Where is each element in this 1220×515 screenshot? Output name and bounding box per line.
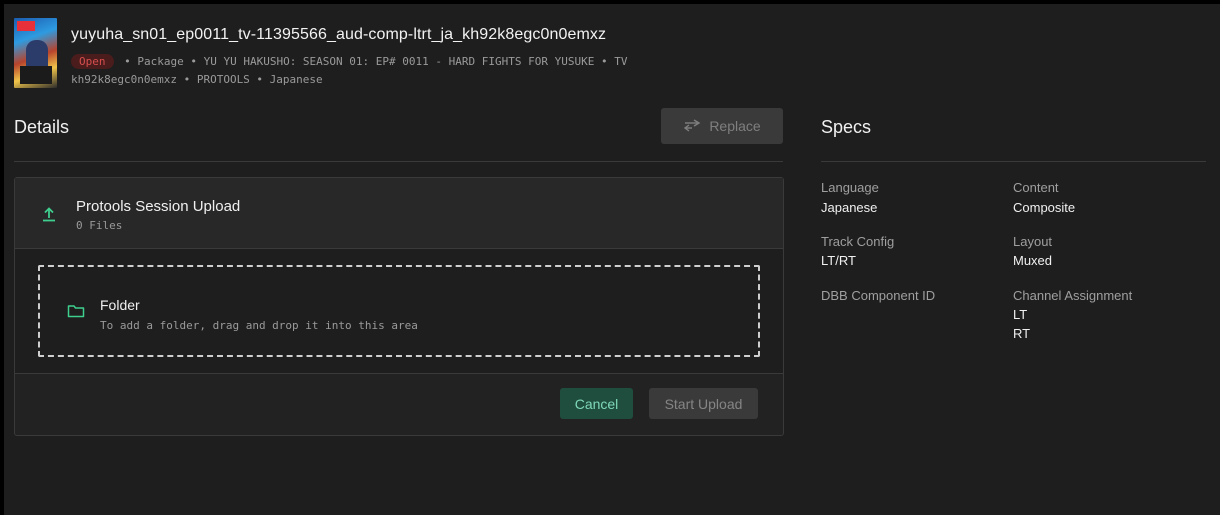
app-window: yuyuha_sn01_ep0011_tv-11395566_aud-comp-… — [4, 4, 1220, 515]
start-upload-button[interactable]: Start Upload — [649, 388, 758, 419]
spec-label-track-config: Track Config — [821, 234, 895, 249]
folder-dropzone[interactable]: Folder To add a folder, drag and drop it… — [38, 265, 760, 357]
folder-icon — [67, 304, 85, 318]
asset-header: yuyuha_sn01_ep0011_tv-11395566_aud-comp-… — [12, 18, 1220, 93]
poster-thumbnail[interactable] — [14, 18, 57, 88]
upload-card-footer: Cancel Start Upload — [15, 374, 783, 435]
spec-value-channel-rt: RT — [1013, 326, 1031, 341]
spec-label-language: Language — [821, 180, 879, 195]
spec-label-layout: Layout — [1013, 234, 1053, 249]
status-badge: Open — [71, 54, 114, 69]
asset-meta-package: • Package • YU YU HAKUSHO: SEASON 01: EP… — [124, 55, 628, 68]
dropzone-title: Folder — [100, 297, 140, 313]
upload-title: Protools Session Upload — [76, 198, 241, 215]
replace-label: Replace — [709, 118, 761, 134]
swap-arrows-icon — [683, 118, 701, 135]
upload-file-count: 0 Files — [76, 219, 123, 232]
details-heading: Details — [14, 117, 70, 137]
upload-card-header: Protools Session Upload 0 Files — [15, 178, 783, 249]
cancel-button[interactable]: Cancel — [560, 388, 633, 419]
spec-value-content: Composite — [1013, 200, 1076, 215]
specs-heading: Specs — [821, 117, 872, 137]
dropzone-hint: To add a folder, drag and drop it into t… — [100, 319, 418, 332]
spec-label-dbb-component-id: DBB Component ID — [821, 288, 936, 303]
spec-label-channel-assignment: Channel Assignment — [1013, 288, 1133, 303]
asset-title: yuyuha_sn01_ep0011_tv-11395566_aud-comp-… — [71, 26, 607, 43]
specs-divider — [821, 161, 1206, 162]
details-divider — [14, 161, 783, 162]
upload-card: Protools Session Upload 0 Files Folder T… — [14, 177, 784, 436]
asset-meta-line-2: kh92k8egc0n0emxz • PROTOOLS • Japanese — [71, 73, 323, 86]
spec-value-language: Japanese — [821, 200, 878, 215]
asset-meta-line-1: Open • Package • YU YU HAKUSHO: SEASON 0… — [71, 54, 627, 69]
upload-icon — [41, 206, 57, 222]
upload-card-body: Folder To add a folder, drag and drop it… — [15, 249, 783, 374]
spec-value-track-config: LT/RT — [821, 253, 856, 268]
spec-label-content: Content — [1013, 180, 1059, 195]
spec-value-channel-lt: LT — [1013, 307, 1028, 322]
replace-button[interactable]: Replace — [661, 108, 783, 144]
spec-value-layout: Muxed — [1013, 253, 1053, 268]
